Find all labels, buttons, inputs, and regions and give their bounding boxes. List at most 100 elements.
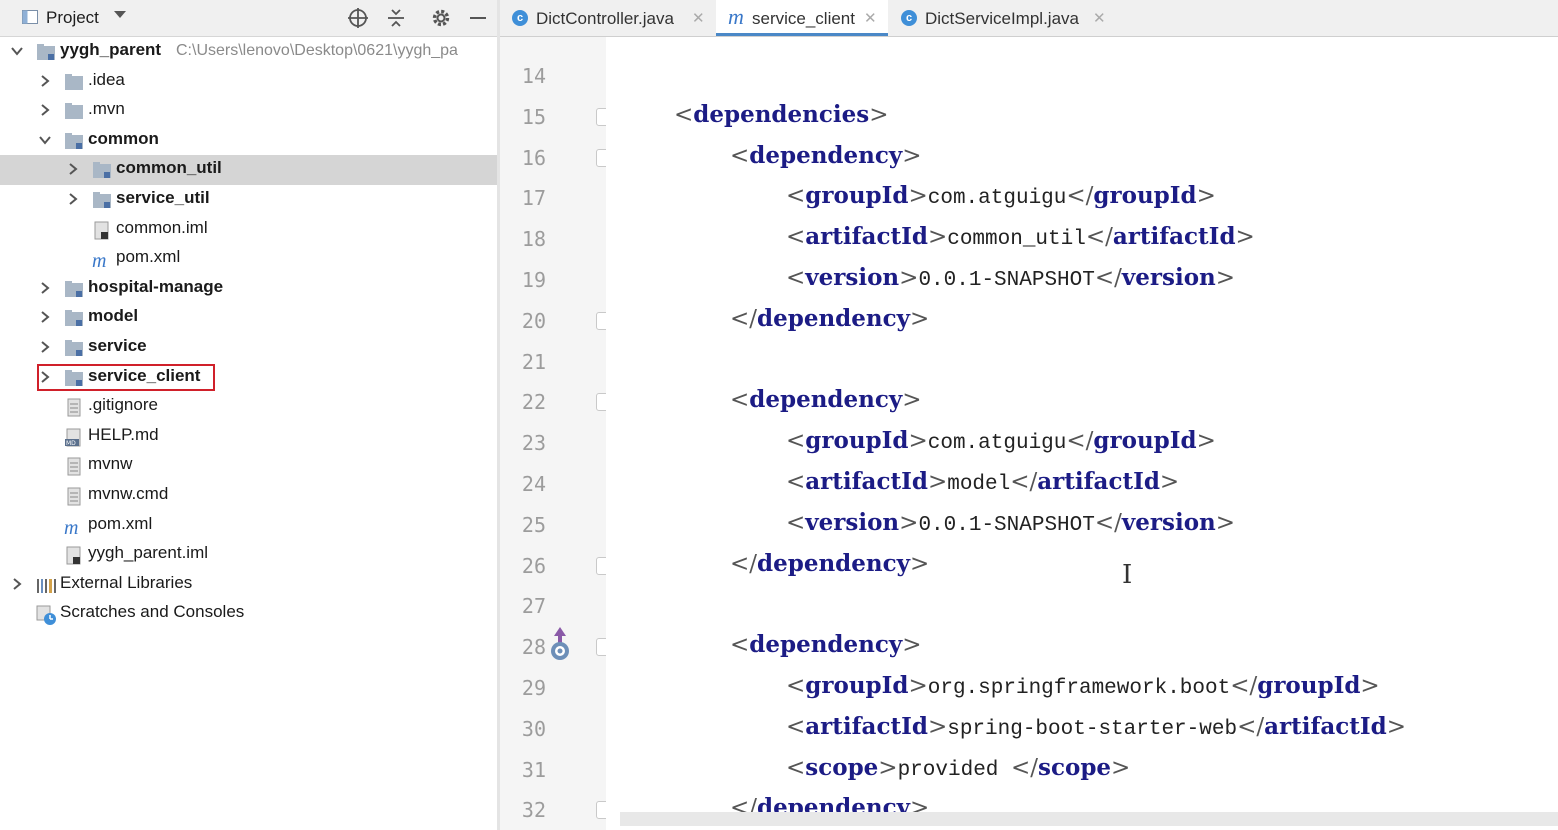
tree-item-label: .mvn [88, 99, 125, 119]
code-line: <version>0.0.1-SNAPSHOT</version> [786, 264, 1236, 292]
tree-item-label: hospital-manage [88, 276, 224, 296]
line-number: 17 [521, 186, 546, 211]
editor-gutter[interactable]: 14 15 16 17 18 19 20 21 22 23 24 25 26 27 28 29 30 31 32 [500, 37, 612, 830]
tree-item[interactable]: m pom.xml [0, 244, 497, 274]
iml-file-icon [66, 546, 81, 565]
close-icon[interactable]: ✕ [692, 9, 705, 27]
tree-item-label: mvnw [88, 454, 133, 474]
line-number: 29 [521, 676, 546, 700]
tab-label: service_client [752, 9, 855, 28]
text-file-icon [67, 457, 81, 476]
close-icon[interactable]: ✕ [864, 9, 877, 27]
tree-item-label: .idea [88, 69, 125, 89]
project-view-selector[interactable]: Project [46, 8, 99, 28]
line-number: 19 [521, 268, 546, 292]
chevron-right-icon[interactable] [10, 577, 24, 591]
module-folder-icon [37, 44, 55, 60]
locate-icon[interactable] [347, 7, 369, 29]
line-number: 20 [521, 308, 546, 333]
maven-icon: m [92, 250, 106, 270]
line-number: 21 [521, 349, 546, 374]
libraries-icon [37, 578, 56, 593]
tree-item[interactable]: .gitignore [0, 392, 497, 422]
tree-item-label: yygh_parent [60, 40, 162, 59]
tree-item[interactable]: m pom.xml [0, 511, 497, 541]
tree-item[interactable]: model [0, 303, 497, 333]
tab-service-client[interactable]: m service_client ✕ [716, 0, 888, 36]
iml-file-icon [94, 221, 109, 240]
tree-item[interactable]: MD HELP.md [0, 422, 497, 452]
chevron-right-icon[interactable] [66, 192, 80, 206]
tree-item[interactable]: service [0, 333, 497, 363]
svg-text:m: m [64, 517, 78, 537]
chevron-down-icon[interactable] [38, 133, 52, 147]
tree-item[interactable]: .idea [0, 67, 497, 97]
module-folder-icon [65, 310, 83, 327]
chevron-down-icon[interactable] [10, 44, 24, 58]
tab-dict-service-impl[interactable]: c DictServiceImpl.java ✕ [889, 0, 1117, 36]
project-panel-header: Project [0, 0, 497, 37]
tree-item[interactable]: .mvn [0, 96, 497, 126]
tree-item-label: service [88, 336, 147, 355]
code-line: <version>0.0.1-SNAPSHOT</version> [786, 508, 1236, 537]
tab-label: DictController.java [536, 9, 674, 28]
tree-item-label: pom.xml [88, 513, 153, 533]
tab-dict-controller[interactable]: c DictController.java ✕ [500, 0, 715, 36]
tree-item[interactable]: External Libraries [0, 570, 497, 600]
tree-item-label: yygh_parent.iml [88, 543, 209, 563]
code-line: <groupId>org.springframework.boot</group… [786, 672, 1380, 700]
module-folder-icon [93, 162, 111, 179]
project-tool-window: Project yygh_parent C:\Users\lenovo\Deskt… [0, 0, 497, 830]
tree-item-label: HELP.md [88, 424, 159, 444]
line-number: 31 [521, 757, 546, 782]
chevron-right-icon[interactable] [38, 340, 52, 354]
folder-icon [65, 103, 83, 120]
tree-item-label: common.iml [116, 217, 208, 237]
text-file-icon [67, 487, 81, 506]
tree-item[interactable]: hospital-manage [0, 274, 497, 304]
code-line: <dependency> [730, 141, 922, 169]
tree-item[interactable]: common_util [0, 155, 497, 186]
close-icon[interactable]: ✕ [1093, 9, 1106, 27]
code-line: <scope>provided </scope> [786, 753, 1131, 782]
line-number: 18 [521, 227, 546, 252]
code-line: <dependency> [730, 631, 922, 659]
line-number: 14 [521, 64, 546, 88]
horizontal-scrollbar[interactable] [620, 812, 1558, 826]
tree-item[interactable]: yygh_parent.iml [0, 540, 497, 570]
markdown-file-icon: MD [65, 428, 81, 447]
class-icon: c [901, 10, 917, 26]
chevron-right-icon[interactable] [38, 310, 52, 324]
line-number: 25 [521, 512, 546, 537]
line-number: 27 [521, 594, 546, 619]
tree-item-label: model [88, 306, 139, 326]
tree-item[interactable]: common.iml [0, 215, 497, 245]
tree-item-label: service_util [116, 188, 210, 207]
chevron-down-icon[interactable] [114, 11, 126, 18]
hide-panel-icon[interactable] [467, 7, 489, 29]
text-file-icon [67, 398, 81, 417]
tree-item[interactable]: service_util [0, 185, 497, 215]
tree-item[interactable]: mvnw.cmd [0, 481, 497, 511]
svg-text:m: m [92, 250, 106, 270]
code-editor[interactable]: <dependencies> <dependency> <groupId>com.a… [606, 37, 1558, 830]
tree-item[interactable]: yygh_parent C:\Users\lenovo\Desktop\0621\… [0, 37, 497, 67]
code-line: <artifactId>spring-boot-starter-web</art… [786, 712, 1407, 741]
chevron-right-icon[interactable] [66, 162, 80, 176]
collapse-all-icon[interactable] [385, 7, 407, 29]
chevron-right-icon[interactable] [38, 74, 52, 88]
line-number: 16 [521, 145, 546, 170]
tree-item[interactable]: common [0, 126, 497, 156]
tree-item[interactable]: mvnw [0, 451, 497, 481]
tree-item-label: External Libraries [60, 572, 193, 592]
project-view-icon[interactable] [22, 10, 38, 24]
editor-tabs: c DictController.java ✕ m service_client… [500, 0, 1558, 37]
tree-item-label: .gitignore [88, 395, 158, 415]
tree-item[interactable]: Scratches and Consoles [0, 599, 497, 629]
gear-icon[interactable] [430, 7, 452, 29]
spring-bean-navigation-icon[interactable] [548, 627, 572, 661]
code-line: <artifactId>common_util</artifactId> [786, 223, 1255, 252]
module-folder-icon [65, 132, 83, 149]
chevron-right-icon[interactable] [38, 103, 52, 117]
chevron-right-icon[interactable] [38, 281, 52, 295]
